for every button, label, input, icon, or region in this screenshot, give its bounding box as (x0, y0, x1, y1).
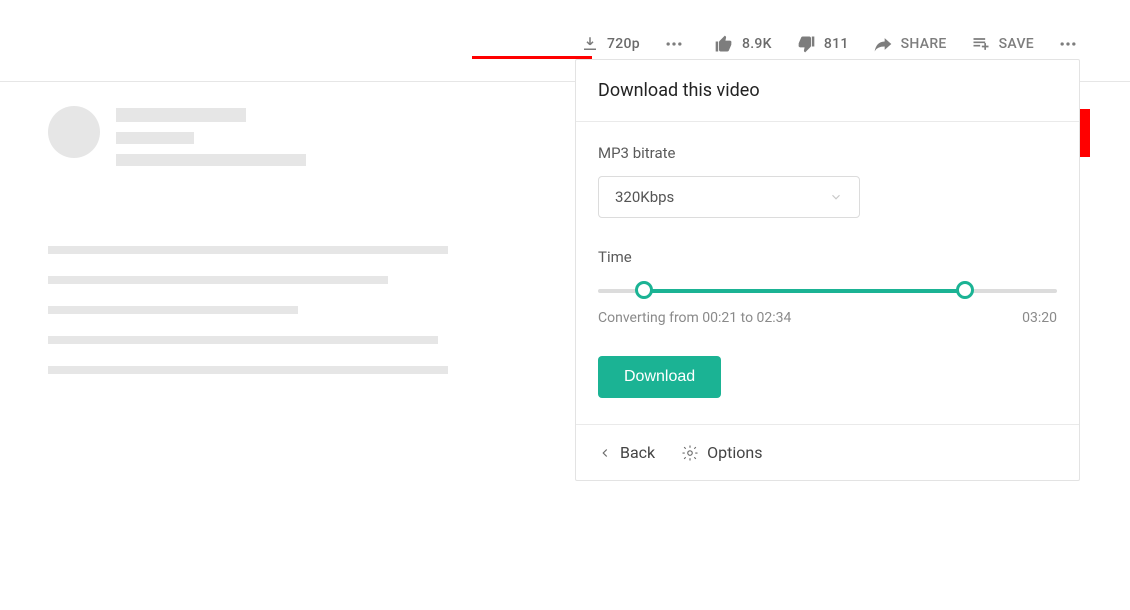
like-button[interactable]: 8.9K (702, 34, 784, 54)
active-tab-indicator (472, 56, 592, 59)
back-button[interactable]: Back (598, 443, 655, 462)
skeleton-line (48, 246, 448, 254)
total-duration-text: 03:20 (1022, 310, 1057, 326)
more-horizontal-icon (664, 34, 684, 54)
more-horizontal-icon (1058, 34, 1078, 54)
download-more-button[interactable] (652, 34, 696, 54)
more-actions-button[interactable] (1046, 34, 1090, 54)
download-quality-label: 720p (607, 36, 640, 52)
bitrate-label: MP3 bitrate (598, 144, 1057, 162)
back-label: Back (620, 443, 655, 462)
thumbs-up-icon (714, 34, 734, 54)
channel-text-placeholder (116, 106, 306, 166)
skeleton-line (48, 306, 298, 314)
time-range-slider[interactable] (598, 280, 1057, 300)
panel-footer: Back Options (576, 424, 1079, 480)
slider-info: Converting from 00:21 to 02:34 03:20 (598, 310, 1057, 326)
save-label: SAVE (999, 36, 1034, 52)
time-label: Time (598, 248, 1057, 266)
share-label: SHARE (901, 36, 947, 52)
download-quality-button[interactable]: 720p (569, 35, 652, 53)
thumbs-down-icon (796, 34, 816, 54)
slider-handle-start[interactable] (635, 281, 653, 299)
skeleton-line (48, 276, 388, 284)
skeleton-line (116, 108, 246, 122)
download-panel: Download this video MP3 bitrate 320Kbps … (575, 59, 1080, 481)
bitrate-value: 320Kbps (615, 188, 674, 206)
dislike-button[interactable]: 811 (784, 34, 861, 54)
slider-fill (644, 289, 965, 293)
chevron-down-icon (829, 190, 843, 204)
description-placeholder (48, 246, 448, 374)
panel-title: Download this video (576, 60, 1079, 122)
channel-row (48, 106, 306, 166)
download-button[interactable]: Download (598, 356, 721, 398)
skeleton-line (48, 366, 448, 374)
panel-body: MP3 bitrate 320Kbps Time Converting from… (576, 122, 1079, 424)
dislike-count: 811 (824, 36, 849, 52)
slider-handle-end[interactable] (956, 281, 974, 299)
action-toolbar: 720p 8.9K 811 SHARE SAVE (0, 30, 1130, 58)
playlist-add-icon (971, 34, 991, 54)
gear-icon (681, 444, 699, 462)
converting-range-text: Converting from 00:21 to 02:34 (598, 310, 791, 326)
like-count: 8.9K (742, 36, 772, 52)
skeleton-line (116, 154, 306, 166)
save-button[interactable]: SAVE (959, 34, 1046, 54)
download-icon (581, 35, 599, 53)
chevron-left-icon (598, 446, 612, 460)
options-label: Options (707, 443, 762, 462)
skeleton-line (48, 336, 438, 344)
skeleton-line (116, 132, 194, 144)
avatar[interactable] (48, 106, 100, 158)
options-button[interactable]: Options (681, 443, 762, 462)
share-icon (873, 34, 893, 54)
share-button[interactable]: SHARE (861, 34, 959, 54)
bitrate-select[interactable]: 320Kbps (598, 176, 860, 218)
